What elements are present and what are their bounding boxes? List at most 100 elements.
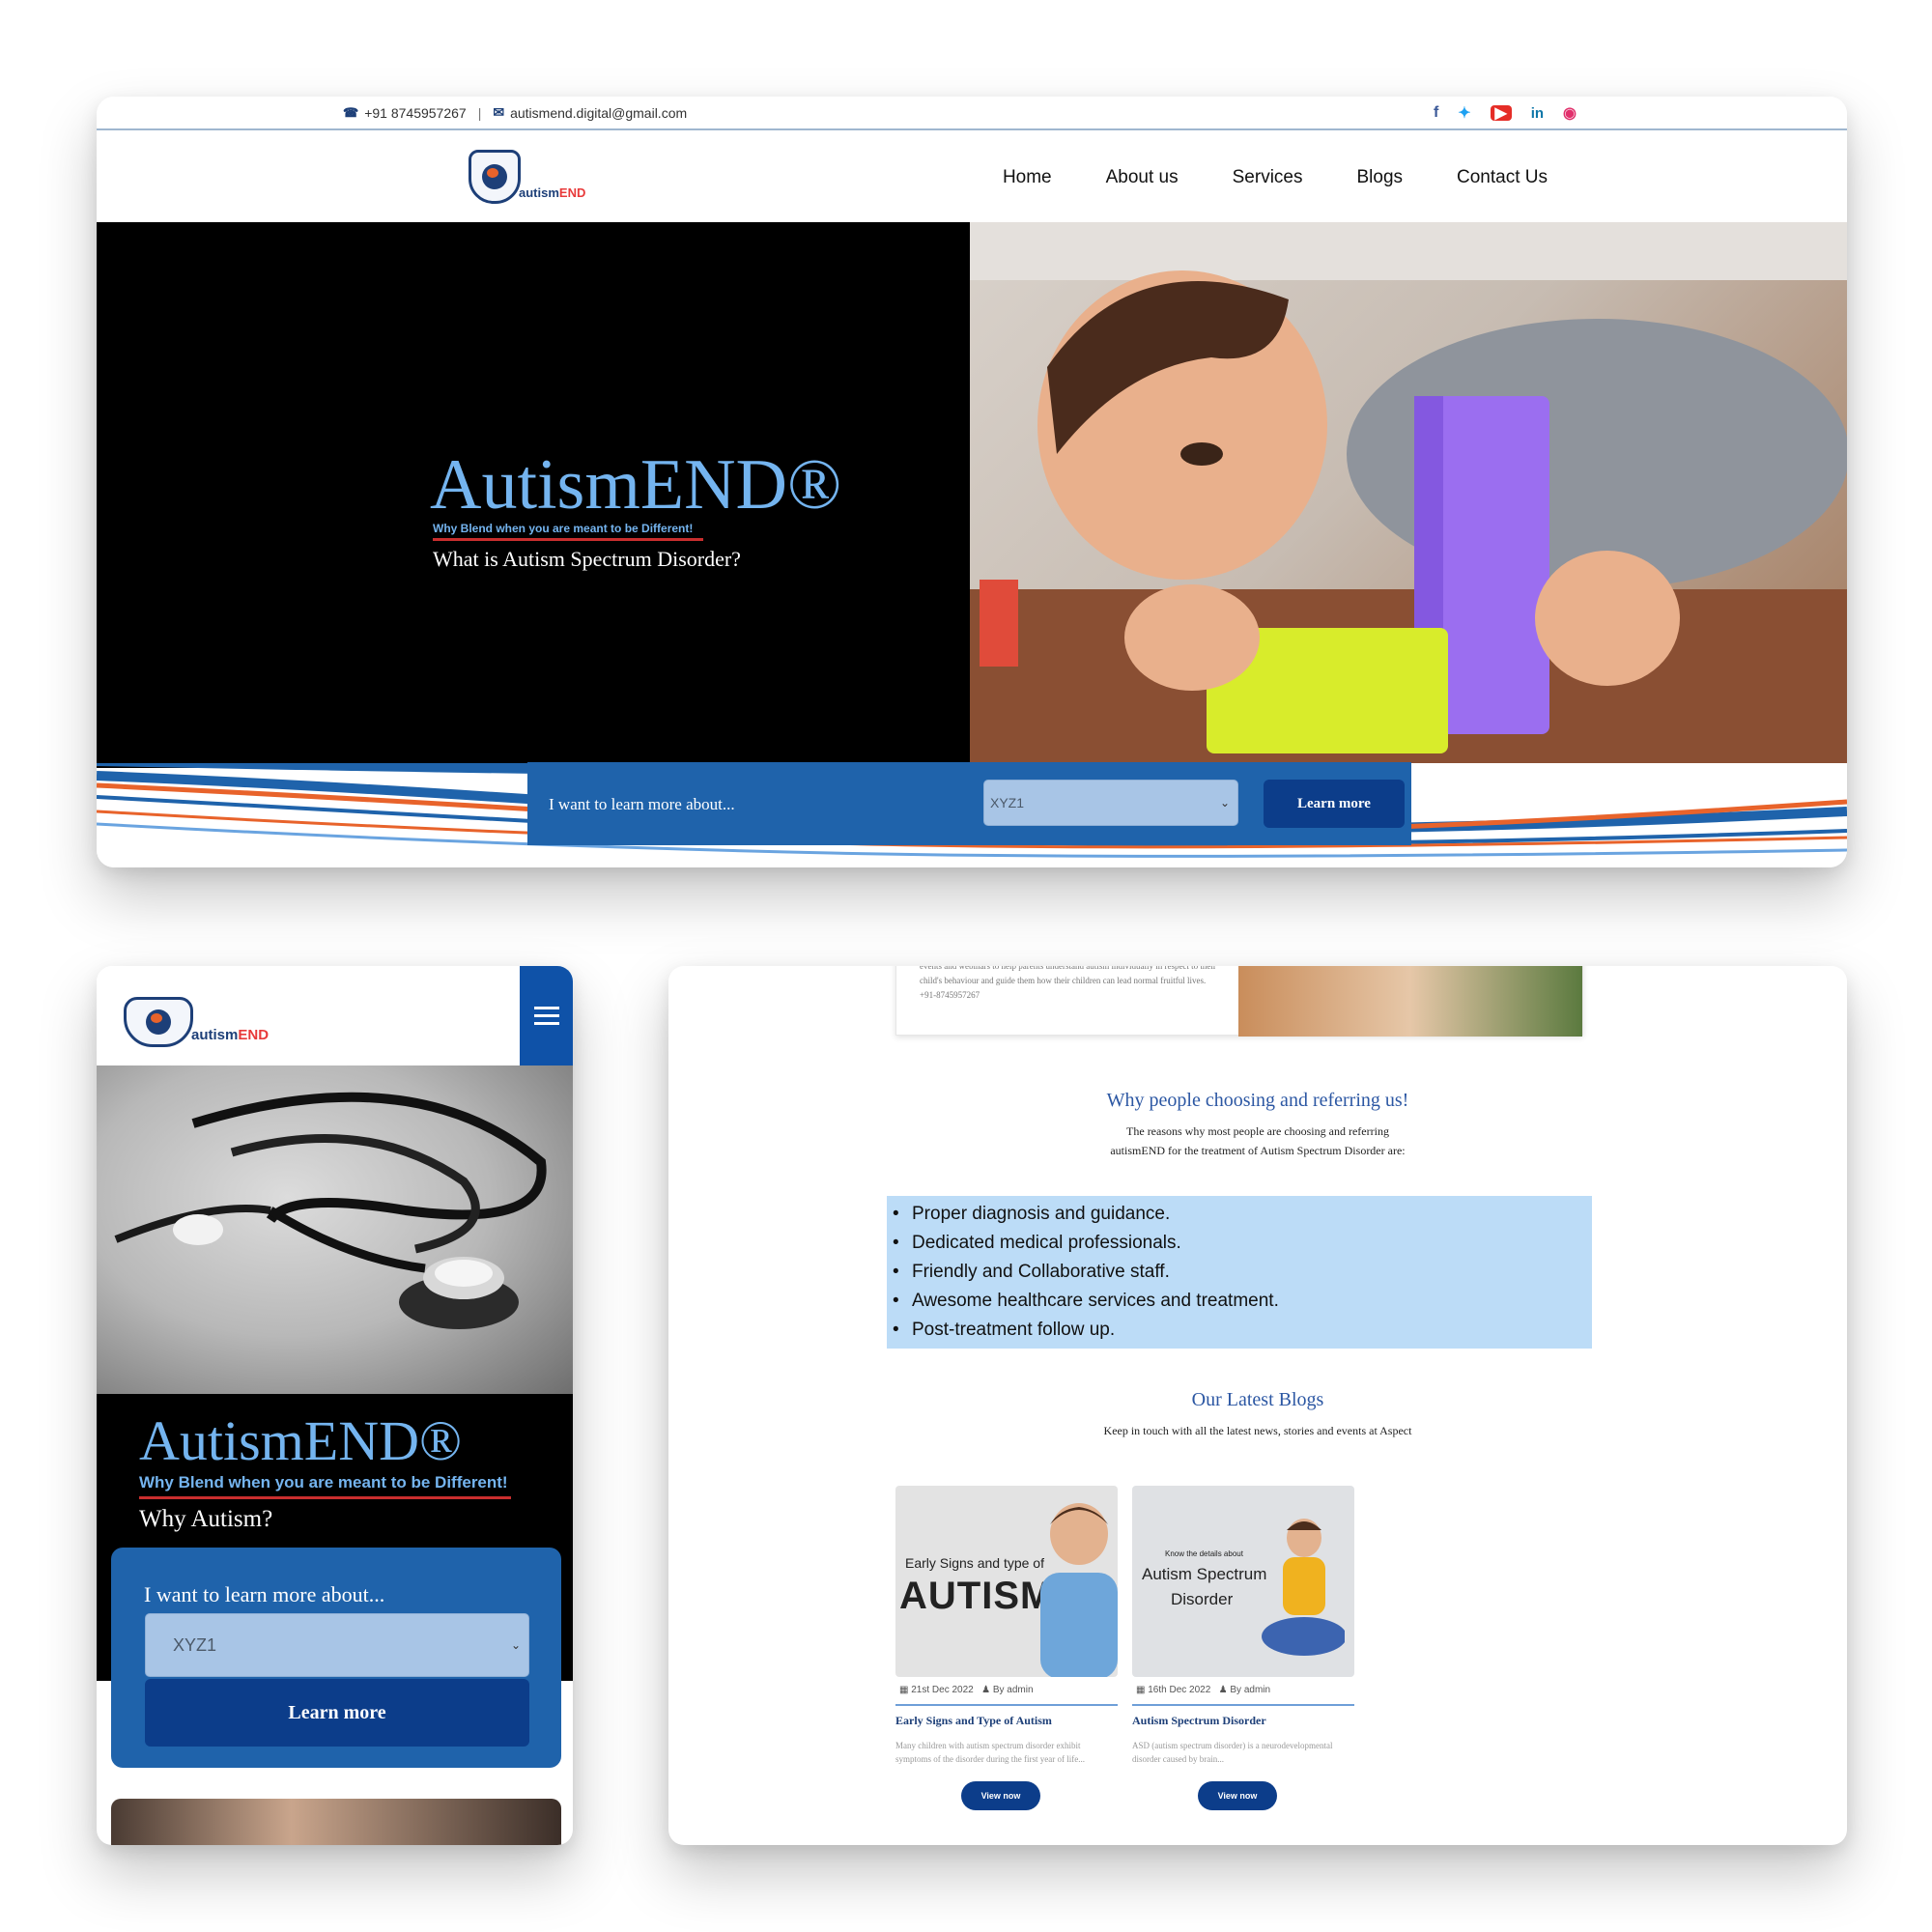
previous-info-card: events and webinars to help parents unde… [895, 966, 1583, 1037]
hero-child-photo [970, 222, 1847, 763]
child-illustration [1262, 1519, 1345, 1656]
topic-select[interactable]: XYZ1 ⌄ [145, 1613, 529, 1677]
phone-icon: ☎ [343, 104, 359, 120]
instagram-icon[interactable]: ◉ [1563, 103, 1577, 123]
stethoscope-illustration [114, 1092, 547, 1329]
learn-more-panel: I want to learn more about... XYZ1 ⌄ Lea… [111, 1548, 561, 1768]
learn-more-panel: I want to learn more about... XYZ1 ⌄ Lea… [527, 762, 1411, 845]
list-item: Dedicated medical professionals. [893, 1229, 1592, 1258]
why-us-subtitle-line2: autismEND for the treatment of Autism Sp… [1110, 1144, 1406, 1157]
thumb-heading: Disorder [1171, 1590, 1234, 1608]
latest-blogs-title: Our Latest Blogs [1191, 1389, 1324, 1410]
hero-tagline: Why Blend when you are meant to be Diffe… [139, 1473, 508, 1492]
hero-question: What is Autism Spectrum Disorder? [433, 547, 741, 571]
child-illustration [1040, 1503, 1118, 1677]
user-icon: ♟ [1218, 1685, 1228, 1695]
chevron-down-icon: ⌄ [510, 1638, 521, 1652]
blog-author: By admin [1230, 1685, 1271, 1695]
top-contact-bar: ☎ +91 8745957267 | ✉ autismend.digital@g… [97, 97, 1847, 130]
why-us-title: Why people choosing and referring us! [1106, 1090, 1409, 1111]
reasons-list: Proper diagnosis and guidance. Dedicated… [887, 1196, 1592, 1349]
learn-label: I want to learn more about... [144, 1582, 385, 1606]
stethoscope-photo [97, 1065, 573, 1394]
view-now-button[interactable]: View now [961, 1781, 1040, 1810]
learn-more-button[interactable]: Learn more [145, 1679, 529, 1747]
hero-underline [433, 538, 703, 541]
phone-number[interactable]: +91 8745957267 [364, 105, 467, 121]
twitter-icon[interactable]: ✦ [1458, 103, 1470, 123]
hero-photo-illustration [970, 222, 1847, 763]
blog-card[interactable]: Know the details about Autism Spectrum D… [1132, 1486, 1354, 1810]
nav-about[interactable]: About us [1106, 167, 1179, 188]
hero-title: AutismEND® [430, 445, 842, 525]
divider: | [477, 104, 482, 121]
blog-date: 16th Dec 2022 [1148, 1685, 1211, 1695]
mobile-header: autismEND [97, 966, 573, 1065]
learn-more-button[interactable]: Learn more [1264, 780, 1405, 828]
nav-services[interactable]: Services [1233, 167, 1303, 188]
calendar-icon: ▦ [899, 1685, 909, 1695]
hamburger-menu-icon[interactable] [520, 966, 573, 1065]
blog-card[interactable]: Early Signs and type of AUTISM ▦ 21st De… [895, 1486, 1118, 1810]
blog-title[interactable]: Early Signs and Type of Autism [895, 1714, 1052, 1728]
hero-dark-panel: AutismEND® Why Blend when you are meant … [97, 222, 970, 768]
blog-author: By admin [992, 1685, 1034, 1695]
nav-home[interactable]: Home [1003, 167, 1052, 188]
site-logo[interactable]: autismEND [469, 150, 585, 204]
youtube-icon[interactable]: ▶ [1490, 105, 1512, 122]
mobile-screenshot: autismEND AutismEND® Why Blend when you … [97, 966, 573, 1845]
blog-divider [1132, 1704, 1354, 1706]
thumb-caption: Early Signs and type of [905, 1555, 1044, 1571]
list-item: Post-treatment follow up. [893, 1316, 1592, 1345]
thumb-caption: Autism Spectrum [1142, 1565, 1267, 1583]
logo-wordmark: autismEND [191, 1027, 270, 1043]
nav-blogs[interactable]: Blogs [1356, 167, 1403, 188]
user-icon: ♟ [981, 1685, 991, 1695]
blog-date: 21st Dec 2022 [911, 1685, 974, 1695]
desktop-screenshot: ☎ +91 8745957267 | ✉ autismend.digital@g… [97, 97, 1847, 867]
main-navbar: autismEND Home About us Services Blogs C… [97, 132, 1847, 222]
chevron-down-icon: ⌄ [1219, 796, 1230, 810]
contact-info: ☎ +91 8745957267 | ✉ autismend.digital@g… [343, 104, 687, 121]
hero-question: Why Autism? [139, 1506, 273, 1532]
blog-meta: ▦ 16th Dec 2022 ♟ By admin [1136, 1685, 1270, 1695]
facebook-icon[interactable]: f [1434, 104, 1438, 122]
blog-thumbnail[interactable]: Know the details about Autism Spectrum D… [1132, 1486, 1354, 1677]
next-section-photo [111, 1799, 561, 1845]
blog-excerpt: Many children with autism spectrum disor… [895, 1741, 1085, 1764]
logo-shield-icon [124, 997, 193, 1047]
blog-thumbnail[interactable]: Early Signs and type of AUTISM [895, 1486, 1118, 1677]
topic-select-value: XYZ1 [990, 795, 1025, 810]
toys-photo [1238, 966, 1582, 1037]
linkedin-icon[interactable]: in [1531, 105, 1544, 122]
social-links: f ✦ ▶ in ◉ [1434, 103, 1577, 123]
topic-select[interactable]: XYZ1 ⌄ [983, 780, 1238, 826]
thumb-caption-small: Know the details about [1165, 1549, 1243, 1558]
hero-underline [139, 1496, 511, 1499]
list-item: Proper diagnosis and guidance. [893, 1200, 1592, 1229]
blog-meta: ▦ 21st Dec 2022 ♟ By admin [899, 1685, 1034, 1695]
learn-label: I want to learn more about... [549, 795, 735, 813]
hero-title: AutismEND® [139, 1409, 463, 1472]
latest-blogs-subtitle: Keep in touch with all the latest news, … [1103, 1424, 1412, 1437]
view-now-button[interactable]: View now [1198, 1781, 1277, 1810]
site-logo[interactable]: autismEND [124, 997, 269, 1047]
why-us-subtitle-line1: The reasons why most people are choosing… [1126, 1124, 1389, 1138]
list-item: Friendly and Collaborative staff. [893, 1258, 1592, 1287]
mail-icon: ✉ [493, 104, 505, 120]
previous-info-text: events and webinars to help parents unde… [920, 966, 1216, 1000]
list-item: Awesome healthcare services and treatmen… [893, 1287, 1592, 1316]
calendar-icon: ▦ [1136, 1685, 1146, 1695]
hero-tagline: Why Blend when you are meant to be Diffe… [433, 522, 694, 535]
content-screenshot: events and webinars to help parents unde… [668, 966, 1847, 1845]
topic-select-value: XYZ1 [173, 1634, 217, 1655]
blog-divider [895, 1704, 1118, 1706]
logo-shield-icon [469, 150, 521, 204]
blog-title[interactable]: Autism Spectrum Disorder [1132, 1714, 1266, 1728]
hero-section: AutismEND® Why Blend when you are meant … [97, 222, 1847, 867]
nav-contact[interactable]: Contact Us [1457, 167, 1548, 188]
logo-wordmark: autismEND [519, 185, 586, 200]
email-address[interactable]: autismend.digital@gmail.com [510, 105, 687, 121]
blog-excerpt: ASD (autism spectrum disorder) is a neur… [1132, 1741, 1333, 1764]
nav-menu: Home About us Services Blogs Contact Us [1003, 167, 1548, 188]
